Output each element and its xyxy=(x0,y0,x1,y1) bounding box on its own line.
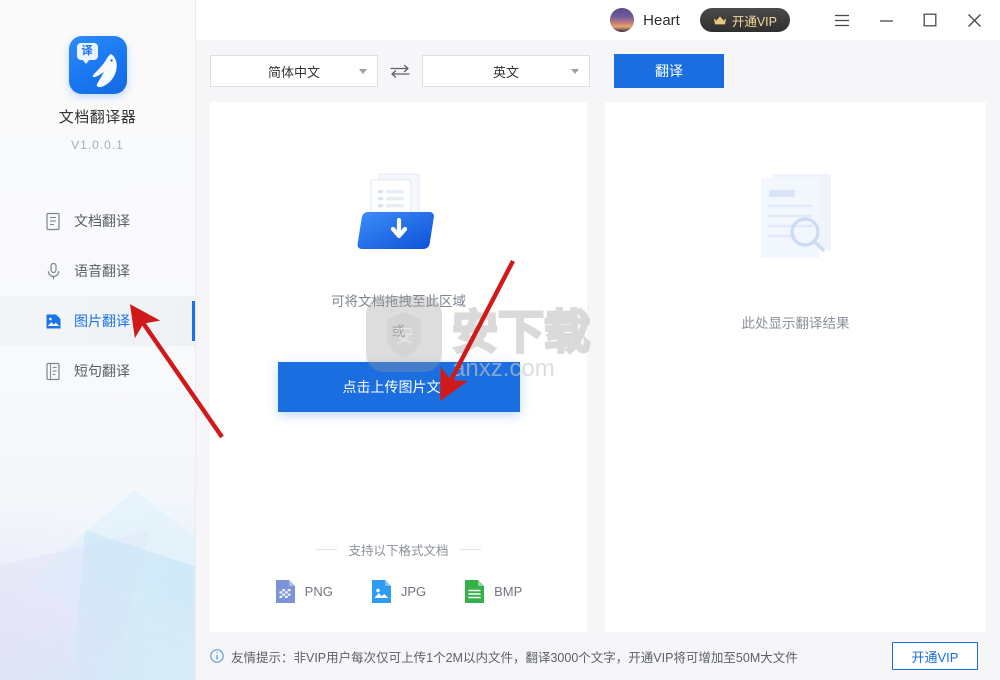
app-logo: 译 xyxy=(68,36,127,94)
maximize-button[interactable] xyxy=(908,0,952,40)
supported-formats-list: PNG JPG BMP xyxy=(210,579,587,604)
text-lines-icon xyxy=(46,362,60,380)
supported-formats-title: 支持以下格式文档 xyxy=(348,544,449,558)
bmp-file-icon xyxy=(465,580,485,603)
folder-download-icon xyxy=(357,173,434,249)
target-language-select[interactable]: 英文 xyxy=(422,55,590,87)
user-block[interactable]: Heart xyxy=(610,8,680,32)
image-icon xyxy=(46,314,61,328)
sidebar-item-label: 图片翻译 xyxy=(74,313,130,329)
sidebar-item-document-translate[interactable]: 文档翻译 xyxy=(0,196,195,246)
app-version: V1.0.0.1 xyxy=(71,138,124,152)
supported-formats: 支持以下格式文档 PNG JPG BMP xyxy=(210,540,587,604)
sidebar-menu: 文档翻译 语音翻译 图片翻译 短句翻译 xyxy=(0,196,195,396)
notice-vip-button[interactable]: 开通VIP xyxy=(892,642,978,670)
vip-label: 开通VIP xyxy=(731,14,777,29)
close-button[interactable] xyxy=(952,0,996,40)
format-label: PNG xyxy=(304,584,333,599)
result-placeholder-text: 此处显示翻译结果 xyxy=(741,316,850,331)
format-label: BMP xyxy=(494,584,523,599)
title-bar: Heart 开通VIP xyxy=(196,0,1000,40)
maximize-icon xyxy=(923,13,937,27)
brand-block: 译 文档翻译器 V1.0.0.1 xyxy=(0,0,195,152)
app-name: 文档翻译器 xyxy=(58,109,137,126)
minimize-icon xyxy=(879,19,893,22)
or-text: 或 xyxy=(391,324,406,339)
avatar[interactable] xyxy=(610,8,635,32)
format-label: JPG xyxy=(400,584,427,599)
menu-button[interactable] xyxy=(820,0,864,40)
swap-arrows-icon xyxy=(390,64,410,78)
info-icon xyxy=(210,649,224,663)
sidebar: 译 文档翻译器 V1.0.0.1 文档翻译 语音翻译 图片翻译 短句翻译 xyxy=(0,0,196,680)
upload-dropzone[interactable]: 可将文档拖拽至此区域 或 点击上传图片文件 xyxy=(277,172,520,412)
upload-panel[interactable]: 可将文档拖拽至此区域 或 点击上传图片文件 支持以下格式文档 PNG JPG B… xyxy=(210,102,587,632)
sidebar-item-voice-translate[interactable]: 语音翻译 xyxy=(0,246,195,296)
png-file-icon xyxy=(275,580,295,603)
close-icon xyxy=(967,13,981,27)
result-panel: 此处显示翻译结果 xyxy=(605,102,986,632)
format-item-bmp: BMP xyxy=(464,579,522,604)
translation-toolbar: 简体中文 英文 翻译 xyxy=(196,40,1000,102)
target-language-value: 英文 xyxy=(492,64,519,80)
main-area: Heart 开通VIP 简体中文 英文 翻译 可将文档拖拽至此区域 或 点击上传… xyxy=(196,0,1000,680)
format-item-png: PNG xyxy=(275,579,333,604)
sidebar-item-label: 语音翻译 xyxy=(74,263,130,279)
sidebar-decoration-shape-2 xyxy=(70,530,195,680)
divider-left xyxy=(316,549,338,550)
sidebar-item-label: 短句翻译 xyxy=(74,363,130,379)
divider-right xyxy=(459,549,481,550)
source-language-select[interactable]: 简体中文 xyxy=(210,55,378,87)
upload-file-button[interactable]: 点击上传图片文件 xyxy=(277,362,520,412)
supported-formats-title-row: 支持以下格式文档 xyxy=(210,540,587,559)
logo-bird-icon xyxy=(92,54,117,88)
sidebar-item-label: 文档翻译 xyxy=(74,213,130,229)
source-language-value: 简体中文 xyxy=(267,64,320,80)
user-name: Heart xyxy=(643,11,680,29)
crown-icon xyxy=(713,15,726,24)
workspace: 可将文档拖拽至此区域 或 点击上传图片文件 支持以下格式文档 PNG JPG B… xyxy=(196,102,1000,632)
app-window: 译 文档翻译器 V1.0.0.1 文档翻译 语音翻译 图片翻译 短句翻译 Hea… xyxy=(0,0,1000,680)
chevron-down-icon xyxy=(359,69,367,74)
chevron-down-icon xyxy=(571,69,579,74)
microphone-icon xyxy=(47,262,60,279)
format-item-jpg: JPG xyxy=(371,579,426,604)
notice-text: 友情提示：非VIP用户每次仅可上传1个2M以内文件，翻译3000个文字，开通VI… xyxy=(231,650,798,665)
document-search-icon xyxy=(760,174,831,258)
translate-button[interactable]: 翻译 xyxy=(614,54,724,88)
vip-upgrade-button[interactable]: 开通VIP xyxy=(699,8,790,32)
sidebar-decoration-shape-1 xyxy=(0,530,150,680)
hamburger-icon xyxy=(835,14,849,26)
jpg-file-icon xyxy=(371,580,391,603)
sidebar-item-image-translate[interactable]: 图片翻译 xyxy=(0,296,195,346)
notice-bar: 友情提示：非VIP用户每次仅可上传1个2M以内文件，翻译3000个文字，开通VI… xyxy=(196,632,1000,680)
minimize-button[interactable] xyxy=(864,0,908,40)
drag-hint-text: 可将文档拖拽至此区域 xyxy=(331,294,466,309)
sidebar-decoration-shape-3 xyxy=(30,490,195,640)
swap-languages-button[interactable] xyxy=(378,64,422,78)
document-icon xyxy=(46,212,60,230)
result-placeholder: 此处显示翻译结果 xyxy=(742,170,850,332)
sidebar-item-phrase-translate[interactable]: 短句翻译 xyxy=(0,346,195,396)
